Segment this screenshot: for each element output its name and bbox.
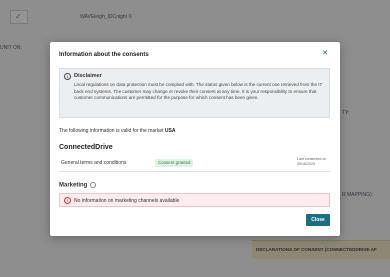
consent-date: 05/18/2025 <box>297 162 315 166</box>
status-badge: Consent granted <box>155 159 194 167</box>
disclaimer-box: i Disclaimer Local regulations on data p… <box>59 68 330 118</box>
marketing-title-text: Marketing <box>59 182 88 189</box>
market-text: The following information is valid for t… <box>59 128 164 134</box>
consent-date-label: Last consented on <box>297 157 327 161</box>
close-icon[interactable]: ✕ <box>320 49 330 59</box>
marketing-title: Marketing <box>59 182 97 189</box>
market-info: The following information is valid for t… <box>59 128 175 134</box>
consent-label: General terms and conditions <box>61 160 127 166</box>
consent-info-dialog: Information about the consents ✕ i Discl… <box>50 42 340 236</box>
alert-text: No information on marketing channels ava… <box>74 197 180 204</box>
info-icon: i <box>64 73 71 80</box>
section-title: ConnectedDrive <box>59 144 113 151</box>
error-icon: ! <box>64 197 71 204</box>
disclaimer-text: Local regulations on data protection mus… <box>74 82 323 100</box>
dialog-title: Information about the consents <box>59 52 149 58</box>
consent-row: General terms and conditions Consent gra… <box>59 157 330 172</box>
marketing-alert: ! No information on marketing channels a… <box>59 193 330 207</box>
info-icon <box>90 182 97 188</box>
market-value: USA <box>164 128 176 134</box>
close-button[interactable]: Close <box>306 214 330 226</box>
disclaimer-title: Disclaimer <box>74 73 102 79</box>
